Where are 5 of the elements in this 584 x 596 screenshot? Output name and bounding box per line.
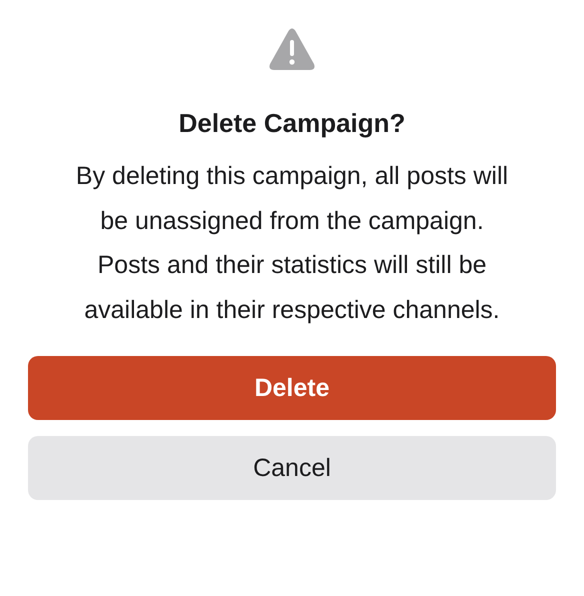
dialog-title: Delete Campaign? xyxy=(178,107,406,140)
dialog-message: By deleting this campaign, all posts will be unassigned from the campaign. Posts and their statistics will still be available in their respective channels. xyxy=(74,161,510,326)
cancel-button[interactable]: Cancel xyxy=(28,436,556,500)
warning-icon xyxy=(269,28,315,70)
delete-button[interactable]: Delete xyxy=(28,356,556,420)
